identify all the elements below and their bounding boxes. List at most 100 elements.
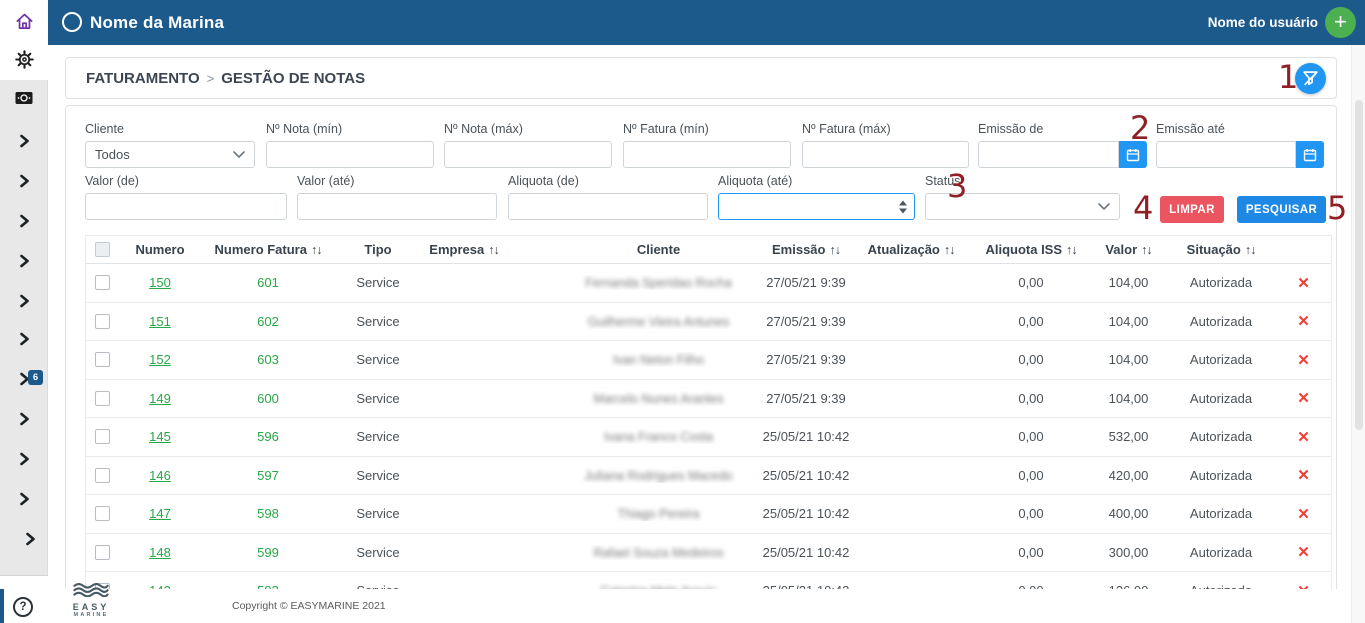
nota-max-input[interactable] <box>444 141 612 168</box>
column-header[interactable]: Emissão↑↓ <box>761 242 851 257</box>
delete-icon[interactable]: ✕ <box>1297 313 1310 330</box>
row-checkbox[interactable] <box>95 468 110 483</box>
sidebar-item-menu-4[interactable] <box>0 252 48 270</box>
column-label: Numero Fatura <box>215 242 307 257</box>
sidebar-item-menu-6[interactable] <box>0 330 48 348</box>
filter-label: Aliquota (até) <box>718 174 915 188</box>
sidebar-item-menu-8[interactable] <box>0 410 48 428</box>
sort-icon: ↑↓ <box>1245 243 1256 257</box>
status-text: Autorizada <box>1190 314 1252 329</box>
cell-emissao: 25/05/21 10:42 <box>763 429 850 444</box>
valor-de-input[interactable] <box>85 193 287 220</box>
breadcrumb-card: FATURAMENTO > GESTÃO DE NOTAS <box>65 57 1337 99</box>
toggle-filters-button[interactable] <box>1295 63 1326 94</box>
filter-nota-min: Nº Nota (mín) <box>266 122 434 168</box>
emissao-ate-input[interactable] <box>1156 141 1296 168</box>
sidebar-item-settings[interactable] <box>0 50 48 68</box>
column-label: Numero <box>135 242 184 257</box>
chevron-right-icon <box>17 133 31 149</box>
sidebar-item-menu-10[interactable] <box>0 490 48 508</box>
scrollbar-thumb[interactable] <box>1355 100 1363 430</box>
emissao-ate-calendar-button[interactable] <box>1296 141 1324 168</box>
delete-icon[interactable]: ✕ <box>1297 544 1310 561</box>
delete-icon[interactable]: ✕ <box>1297 352 1310 369</box>
cell-tipo: Service <box>356 391 399 406</box>
row-checkbox[interactable] <box>95 352 110 367</box>
row-checkbox[interactable] <box>95 545 110 560</box>
aliquota-ate-input[interactable] <box>718 193 915 220</box>
fatura-min-input[interactable] <box>623 141 791 168</box>
row-checkbox[interactable] <box>95 391 110 406</box>
sidebar-item-menu-11[interactable] <box>6 530 54 548</box>
nota-number-link[interactable]: 149 <box>149 391 171 406</box>
sidebar-item-billing-active[interactable] <box>0 89 48 107</box>
row-checkbox[interactable] <box>95 429 110 444</box>
filter-aliquota-ate: Aliquota (até) <box>718 174 915 220</box>
table-row: 147598ServiceThiago Pereira25/05/21 10:4… <box>86 495 1331 534</box>
gear-icon <box>15 50 34 69</box>
pesquisar-button[interactable]: PESQUISAR <box>1237 196 1326 223</box>
nota-number-link[interactable]: 145 <box>149 429 171 444</box>
select-all-checkbox[interactable] <box>95 242 110 257</box>
sidebar-item-menu-2[interactable] <box>0 172 48 190</box>
breadcrumb: FATURAMENTO > GESTÃO DE NOTAS <box>86 58 365 98</box>
sidebar-item-home[interactable] <box>0 12 48 30</box>
filter-label: Valor (de) <box>85 174 287 188</box>
column-header[interactable]: Situação↑↓ <box>1166 242 1276 257</box>
row-checkbox[interactable] <box>95 506 110 521</box>
delete-icon[interactable]: ✕ <box>1297 275 1310 292</box>
nota-number-link[interactable]: 148 <box>149 545 171 560</box>
cell-aliquota-iss: 0,00 <box>1018 352 1043 367</box>
status-text: Autorizada <box>1190 352 1252 367</box>
user-name[interactable]: Nome do usuário <box>1208 0 1318 45</box>
status-text: Autorizada <box>1190 545 1252 560</box>
sidebar-item-menu-1[interactable] <box>0 132 48 150</box>
logo-text-easy: EASY <box>68 603 114 612</box>
limpar-button[interactable]: LIMPAR <box>1160 196 1224 223</box>
sidebar-item-menu-3[interactable] <box>0 212 48 230</box>
cliente-select[interactable]: Todos <box>85 141 255 168</box>
cell-aliquota-iss: 0,00 <box>1018 468 1043 483</box>
valor-ate-input[interactable] <box>297 193 497 220</box>
emissao-de-input[interactable] <box>978 141 1119 168</box>
number-spinner[interactable] <box>899 200 907 213</box>
column-header[interactable]: Valor↑↓ <box>1091 242 1166 257</box>
status-text: Autorizada <box>1190 468 1252 483</box>
cell-valor: 104,00 <box>1109 352 1149 367</box>
cell-valor: 420,00 <box>1109 468 1149 483</box>
delete-icon[interactable]: ✕ <box>1297 429 1310 446</box>
fatura-max-input[interactable] <box>802 141 969 168</box>
nota-number-link[interactable]: 147 <box>149 506 171 521</box>
nota-number-link[interactable]: 152 <box>149 352 171 367</box>
delete-icon[interactable]: ✕ <box>1297 467 1310 484</box>
row-checkbox[interactable] <box>95 314 110 329</box>
add-button[interactable]: + <box>1325 7 1356 38</box>
row-checkbox[interactable] <box>95 275 110 290</box>
cell-tipo: Service <box>356 314 399 329</box>
nota-number-link[interactable]: 150 <box>149 275 171 290</box>
aliquota-de-input[interactable] <box>508 193 708 220</box>
cell-tipo: Service <box>356 275 399 290</box>
page-scrollbar <box>1351 45 1365 623</box>
sort-icon: ↑↓ <box>829 243 840 257</box>
notes-table: NumeroNumero Fatura↑↓TipoEmpresa↑↓Client… <box>85 235 1332 611</box>
delete-icon[interactable]: ✕ <box>1297 390 1310 407</box>
delete-icon[interactable]: ✕ <box>1297 506 1310 523</box>
cell-emissao: 27/05/21 9:39 <box>766 275 846 290</box>
cell-aliquota-iss: 0,00 <box>1018 391 1043 406</box>
filter-label: Aliquota (de) <box>508 174 708 188</box>
filter-fatura-min: Nº Fatura (mín) <box>623 122 791 168</box>
help-button[interactable]: ? <box>13 597 33 617</box>
breadcrumb-section: FATURAMENTO <box>86 70 200 87</box>
nota-number-link[interactable]: 151 <box>149 314 171 329</box>
column-header[interactable]: Empresa↑↓ <box>422 242 506 257</box>
sort-icon: ↑↓ <box>311 243 322 257</box>
table-row: 145596ServiceIvana Franco Costa25/05/21 … <box>86 418 1331 457</box>
column-header[interactable]: Numero Fatura ↑↓ <box>202 242 334 257</box>
sidebar-item-menu-5[interactable] <box>0 292 48 310</box>
column-header[interactable]: Aliquota ISS↑↓ <box>971 242 1091 257</box>
nota-min-input[interactable] <box>266 141 434 168</box>
sidebar-item-menu-9[interactable] <box>0 450 48 468</box>
column-header[interactable]: Atualização↑↓ <box>851 242 971 257</box>
nota-number-link[interactable]: 146 <box>149 468 171 483</box>
